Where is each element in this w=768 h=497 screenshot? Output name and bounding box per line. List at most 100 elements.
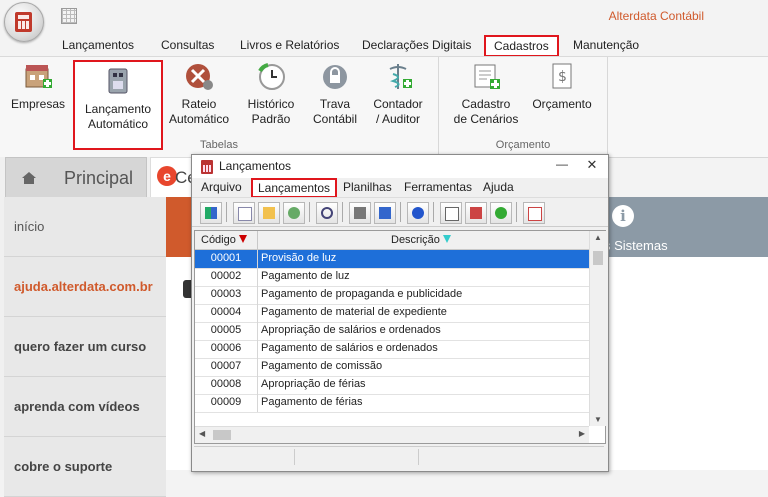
app-menu-button[interactable] <box>4 2 44 42</box>
new-document-icon <box>238 207 252 221</box>
orcamento-button[interactable]: $ Orçamento <box>529 61 595 112</box>
banner-text: s Sistemas <box>604 238 668 253</box>
table-row[interactable]: 00006 Pagamento de salários e ordenados <box>195 340 589 359</box>
menu-lancamentos[interactable]: Lançamentos <box>62 38 134 52</box>
caduceus-icon <box>383 61 413 91</box>
scroll-right-icon[interactable]: ▶ <box>579 429 585 438</box>
company-icon <box>23 61 53 91</box>
exit-button[interactable] <box>200 202 222 224</box>
dmenu-ajuda[interactable]: Ajuda <box>483 180 514 194</box>
help-button[interactable] <box>407 202 429 224</box>
table-row[interactable]: 00001 Provisão de luz <box>195 250 589 269</box>
table-row[interactable]: 00008 Apropriação de férias <box>195 376 589 395</box>
dmenu-ferramentas[interactable]: Ferramentas <box>404 180 472 194</box>
open-button[interactable] <box>258 202 280 224</box>
printer-icon <box>354 207 366 219</box>
quick-access-icon[interactable] <box>61 8 77 24</box>
preview-button[interactable] <box>374 202 396 224</box>
process-button[interactable] <box>490 202 512 224</box>
print-button[interactable] <box>349 202 371 224</box>
lancamentos-dialog: Lançamentos — ✕ Arquivo Lançamentos Plan… <box>191 154 609 472</box>
tab-principal[interactable]: Principal <box>5 157 147 198</box>
menu-livros-relatorios[interactable]: Livros e Relatórios <box>240 38 339 52</box>
checklist-button[interactable] <box>523 202 545 224</box>
svg-text:$: $ <box>558 69 567 85</box>
group-label-orcamento: Orçamento <box>495 139 551 151</box>
cell-codigo: 00006 <box>195 340 258 358</box>
scroll-left-icon[interactable]: ◀ <box>199 429 205 438</box>
close-button[interactable]: ✕ <box>583 157 601 175</box>
hscroll-thumb[interactable] <box>213 430 231 440</box>
scroll-up-icon[interactable]: ▲ <box>590 233 606 242</box>
status-pane-2 <box>298 449 419 465</box>
nav-curso[interactable]: quero fazer um curso <box>4 317 166 377</box>
table-row[interactable]: 00009 Pagamento de férias <box>195 394 589 413</box>
search-button[interactable] <box>316 202 338 224</box>
trava-contabil-button[interactable]: Trava Contábil <box>308 61 362 127</box>
nav-ajuda-link[interactable]: ajuda.alterdata.com.br <box>4 257 166 317</box>
cell-descricao: Apropriação de salários e ordenados <box>261 324 441 336</box>
lancamento-automatico-button[interactable]: Lançamento Automático <box>73 60 163 150</box>
cell-codigo: 00003 <box>195 286 258 304</box>
empresas-button[interactable]: Empresas <box>10 61 66 112</box>
new-button[interactable] <box>233 202 255 224</box>
scroll-down-icon[interactable]: ▼ <box>590 415 606 424</box>
folder-icon <box>263 207 275 219</box>
minimize-button[interactable]: — <box>553 157 571 175</box>
cell-descricao: Pagamento de salários e ordenados <box>261 342 438 354</box>
nav-videos[interactable]: aprenda com vídeos <box>4 377 166 437</box>
grid-header: Código Descrição <box>195 231 589 250</box>
copy-button[interactable] <box>440 202 462 224</box>
table-row[interactable]: 00002 Pagamento de luz <box>195 268 589 287</box>
calculator-icon <box>15 12 32 32</box>
table-row[interactable]: 00004 Pagamento de material de expediente <box>195 304 589 323</box>
cadastro-cenarios-button[interactable]: Cadastro de Cenários <box>451 61 521 127</box>
dialog-title: Lançamentos <box>219 159 292 173</box>
cell-codigo: 00009 <box>195 394 258 412</box>
menu-declaracoes-digitais[interactable]: Declarações Digitais <box>362 38 471 52</box>
column-descricao[interactable]: Descrição <box>391 234 451 246</box>
vertical-scrollbar[interactable]: ▲ ▼ <box>589 231 606 426</box>
lock-icon <box>320 61 350 91</box>
cell-codigo: 00005 <box>195 322 258 340</box>
dmenu-lancamentos[interactable]: Lançamentos <box>251 178 338 198</box>
cell-descricao: Pagamento de material de expediente <box>261 306 447 318</box>
table-row[interactable]: 00005 Apropriação de salários e ordenados <box>195 322 589 341</box>
scroll-thumb[interactable] <box>593 251 603 265</box>
column-codigo[interactable]: Código <box>201 234 247 246</box>
horizontal-scrollbar[interactable]: ◀ ▶ <box>195 426 589 443</box>
home-icon <box>22 172 36 184</box>
cell-descricao: Pagamento de propaganda e publicidade <box>261 288 463 300</box>
checklist-icon <box>528 207 542 221</box>
refresh-button[interactable] <box>283 202 305 224</box>
menu-consultas[interactable]: Consultas <box>161 38 214 52</box>
dmenu-arquivo[interactable]: Arquivo <box>201 180 242 194</box>
status-pane-1 <box>194 449 295 465</box>
table-row[interactable]: 00003 Pagamento de propaganda e publicida… <box>195 286 589 305</box>
calculator-icon <box>201 160 213 174</box>
table-row[interactable]: 00007 Pagamento de comissão <box>195 358 589 377</box>
cell-codigo: 00002 <box>195 268 258 286</box>
ribbon: Empresas Lançamento Automático Rateio Auto… <box>0 56 768 158</box>
pie-split-icon <box>184 61 214 91</box>
ribbon-group-tabelas: Empresas Lançamento Automático Rateio Auto… <box>0 57 439 155</box>
rateio-automatico-button[interactable]: Rateio Automático <box>166 61 232 127</box>
copy-icon <box>445 207 459 221</box>
export-button[interactable] <box>465 202 487 224</box>
cell-codigo: 00008 <box>195 376 258 394</box>
menu-manutencao[interactable]: Manutenção <box>573 38 639 52</box>
search-icon <box>321 207 333 219</box>
robot-icon <box>103 66 133 96</box>
historico-padrao-button[interactable]: Histórico Padrão <box>240 61 302 127</box>
sort-indicator-icon <box>442 235 451 243</box>
refresh-icon <box>288 207 300 219</box>
dmenu-planilhas[interactable]: Planilhas <box>343 180 392 194</box>
nav-inicio[interactable]: início <box>4 197 166 257</box>
menu-cadastros[interactable]: Cadastros <box>484 35 559 57</box>
contador-auditor-button[interactable]: Contador / Auditor <box>366 61 430 127</box>
money-document-icon: $ <box>547 61 577 91</box>
export-icon <box>470 207 482 219</box>
nav-suporte[interactable]: cobre o suporte <box>4 437 166 497</box>
form-add-icon <box>471 61 501 91</box>
ribbon-group-orcamento: Cadastro de Cenários $ Orçamento Orçament… <box>439 57 608 155</box>
